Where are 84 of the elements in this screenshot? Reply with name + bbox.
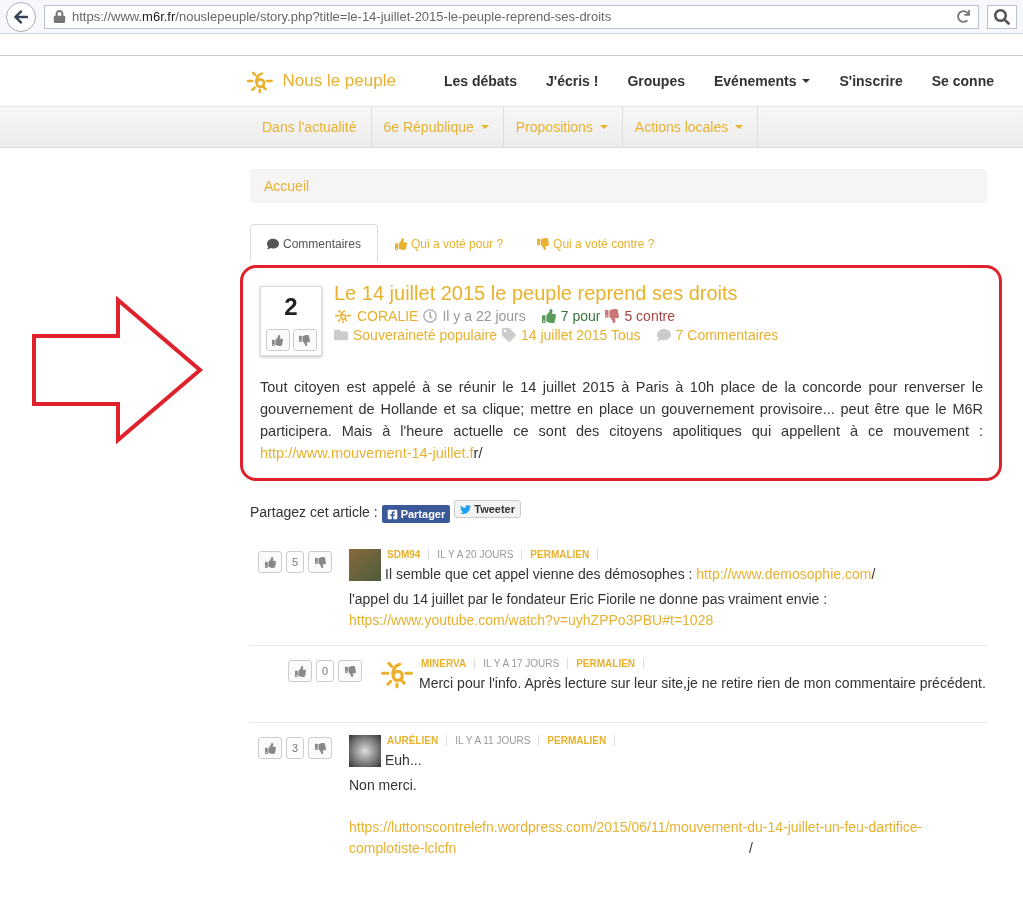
comment-time: IL Y A 17 JOURS	[475, 658, 569, 669]
comment-text: https://luttonscontrelefn.wordpress.com/2015/06/11/mouvement-du-14-juillet-un-feu-dartifice-complotiste-lclcfn /	[349, 817, 987, 859]
bird-icon	[460, 503, 472, 515]
thumbs-down-button[interactable]	[292, 329, 317, 351]
nav-link[interactable]: J'écris !	[546, 73, 599, 89]
photo-placeholder	[349, 735, 381, 767]
subnav-link[interactable]: Actions locales	[622, 107, 759, 147]
post-author[interactable]: CORALIE	[357, 308, 419, 324]
thumbs-down-button[interactable]	[308, 551, 332, 573]
thumbs-up-button[interactable]	[258, 737, 282, 759]
vote-count: 5	[286, 551, 304, 573]
site-name[interactable]: Nous le peuple	[282, 71, 396, 91]
thumbs-up-icon	[272, 334, 283, 346]
comment-time: IL Y A 11 JOURS	[447, 735, 540, 746]
post-tags[interactable]: 14 juillet 2015 Tous	[521, 327, 641, 343]
comment-icon	[656, 328, 671, 342]
nav-link[interactable]: Les débats	[443, 73, 518, 89]
subnav-link[interactable]: 6e République	[371, 107, 504, 147]
votes-against: 5 contre	[624, 308, 676, 324]
subnav-link[interactable]: Propositions	[503, 107, 623, 147]
comment-author[interactable]: AURÉLIEN	[385, 735, 448, 746]
comment-text: Merci pour l'info. Après lecture sur leur site,je ne retire rien de mon commentaire précédent.	[419, 674, 986, 693]
votes-for: 7 pour	[560, 308, 601, 324]
comment-count[interactable]: 7 Commentaires	[675, 327, 779, 343]
permalink[interactable]: PERMALIEN	[539, 735, 616, 746]
back-button[interactable]	[6, 1, 36, 32]
comment-icon	[267, 237, 279, 250]
breadcrumb-link[interactable]: Accueil	[264, 178, 310, 194]
vote-count: 0	[316, 660, 334, 682]
sun-logo-icon	[334, 308, 352, 324]
thumbs-up-icon	[264, 742, 276, 754]
tweet-button[interactable]: Tweeter	[454, 500, 522, 518]
comment-time: IL Y A 20 JOURS	[429, 549, 523, 560]
folder-icon	[334, 328, 348, 342]
facebook-share-button[interactable]: Partager	[381, 505, 451, 523]
post-category[interactable]: Souveraineté populaire	[353, 327, 497, 343]
comment-text: Euh...	[385, 751, 423, 770]
permalink[interactable]: PERMALIEN	[568, 658, 645, 669]
tag-icon	[502, 328, 516, 342]
thumbs-up-icon	[541, 309, 556, 323]
subnav-link[interactable]: Dans l'actualité	[250, 107, 372, 147]
tab[interactable]: Commentaires	[250, 224, 379, 262]
thumbs-up-button[interactable]	[265, 329, 290, 351]
search-field[interactable]	[987, 4, 1017, 29]
comment-text: Non merci.	[349, 776, 418, 795]
nav-link[interactable]: Groupes	[627, 73, 685, 89]
search-icon	[994, 8, 1010, 25]
reload-icon[interactable]	[957, 10, 970, 23]
link[interactable]: https://www.youtube.com/watch?v=uyhZPPo3PBU#t=1028	[349, 612, 714, 628]
thumbs-down-button[interactable]	[308, 737, 332, 759]
comment-text: Il semble que cet appel vienne des démosophes : http://www.demosophie.com/	[385, 565, 876, 584]
share-label: Partagez cet article :	[250, 504, 378, 520]
nav-link[interactable]: S'inscrire	[839, 73, 903, 89]
thumbs-down-button[interactable]	[338, 660, 362, 682]
back-arrow-icon	[13, 8, 29, 25]
score: 2	[284, 293, 298, 321]
thumbs-down-icon	[537, 237, 550, 250]
clock-icon	[423, 309, 438, 323]
permalink[interactable]: PERMALIEN	[522, 549, 599, 560]
thumbs-up-icon	[395, 237, 408, 250]
comment-author[interactable]: MINERVA	[419, 658, 476, 669]
comment-author[interactable]: SDM94	[385, 549, 430, 560]
nav-link[interactable]: Evénements	[714, 73, 811, 89]
link[interactable]: http://www.mouvement-14-juillet.f	[260, 445, 474, 461]
thumbs-down-icon	[314, 742, 326, 754]
post-title[interactable]: Le 14 juillet 2015 le peuple reprend ses droits	[334, 282, 779, 305]
thumbs-up-button[interactable]	[288, 660, 312, 682]
thumbs-down-icon	[299, 334, 310, 346]
comment-text: l'appel du 14 juillet par le fondateur Eric Fiorile ne donne pas vraiment envie : https://www.youtube.com/watch?v=uyhZPPo3PBU#t=1028	[349, 590, 829, 630]
thumbs-up-button[interactable]	[258, 551, 282, 573]
post-text: Tout citoyen est appelé à se réunir le 14 juillet 2015 à Paris à 10h place de la concorde pour renverser le gouvernement de Hollande et sa clique; mettre en place un gouvernement provisoire... peut être que le M6R participera. Mais à l'heure actuelle ce sont des citoyens apolitiques qui appellent à ce mouvement : http://www.mouvement-14-juillet.fr/	[260, 378, 983, 463]
thumbs-down-icon	[605, 309, 620, 323]
thumbs-down-icon	[344, 665, 356, 677]
link[interactable]: http://www.demosophie.com	[696, 566, 872, 582]
post-time: Il y a 22 jours	[442, 308, 526, 324]
nav-link[interactable]: Se conne	[931, 73, 994, 89]
lock-icon	[53, 10, 66, 23]
facebook-icon	[386, 508, 398, 520]
thumbs-down-icon	[314, 556, 326, 568]
thumbs-up-icon	[264, 556, 276, 568]
vote-count: 3	[286, 737, 304, 759]
thumbs-up-icon	[294, 665, 306, 677]
address-bar[interactable]: https://www.m6r.fr/nouslepeuple/story.php?title=le-14-juillet-2015-le-peuple-reprend-ses-droits	[44, 4, 979, 29]
photo-placeholder	[349, 549, 381, 581]
